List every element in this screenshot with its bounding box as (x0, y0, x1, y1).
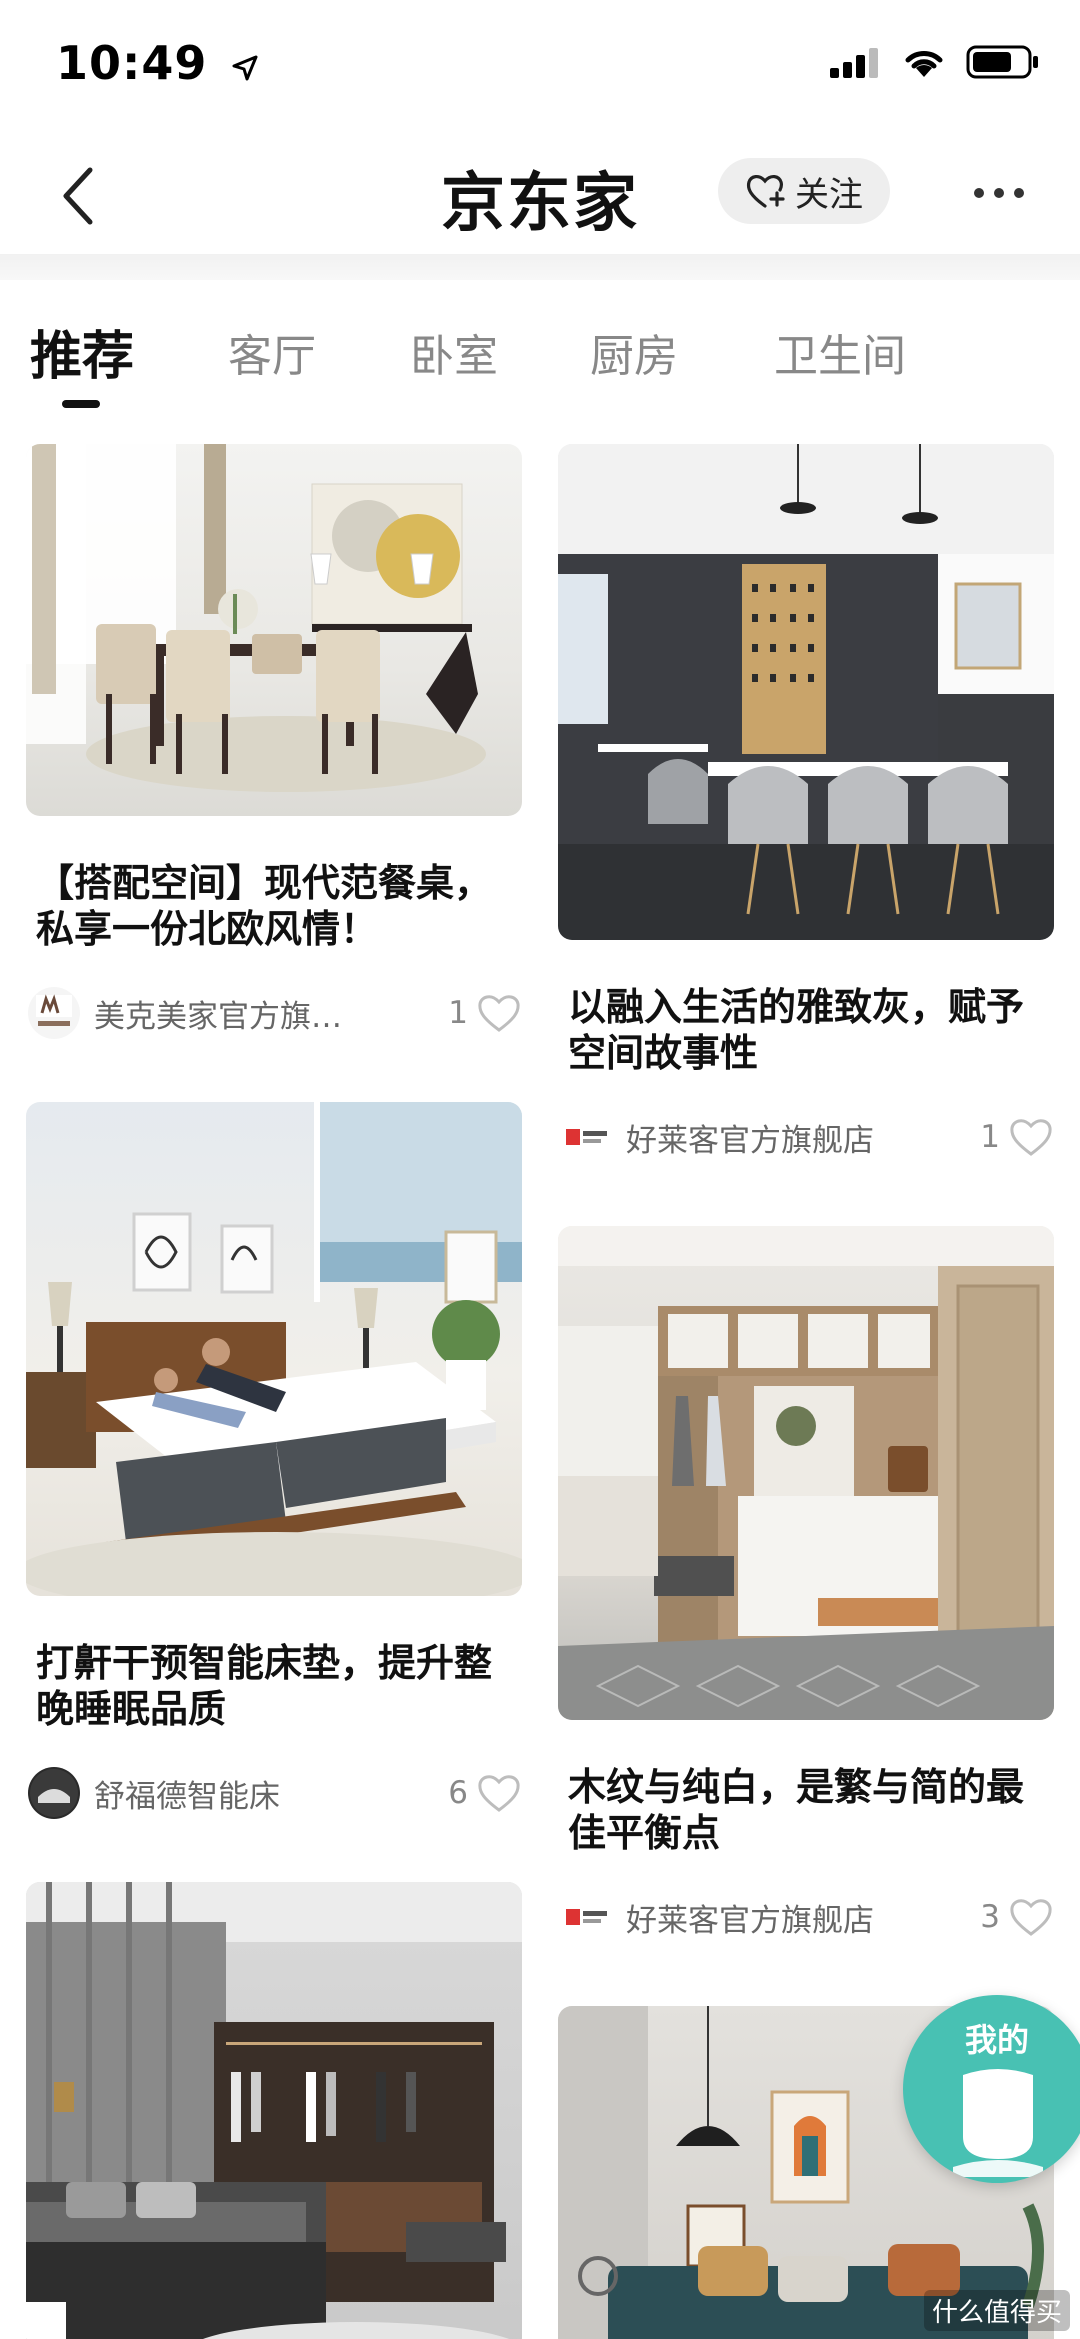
battery-icon (966, 44, 1040, 84)
feed-card[interactable] (26, 1882, 522, 2339)
location-arrow-icon (230, 40, 260, 94)
like-count: 1 (980, 1119, 1000, 1155)
more-dot-icon (994, 188, 1004, 198)
feed-card[interactable]: 打鼾干预智能床垫，提升整晚睡眠品质 舒福德智能床 6 (26, 1102, 522, 1820)
heart-icon[interactable] (476, 1770, 522, 1816)
tab-bedroom[interactable]: 卧室 (410, 320, 498, 384)
shop-avatar[interactable] (560, 1111, 612, 1163)
tab-kitchen[interactable]: 厨房 (590, 320, 678, 384)
follow-button[interactable]: 关注 (718, 158, 890, 224)
card-title: 打鼾干预智能床垫，提升整晚睡眠品质 (36, 1641, 493, 1731)
shop-avatar[interactable] (28, 1767, 80, 1819)
shop-name[interactable]: 好莱客官方旗舰店 (626, 1115, 980, 1160)
status-bar: 10:49 (0, 0, 1080, 130)
shop-logo-icon (36, 994, 72, 1026)
card-image[interactable] (26, 1882, 522, 2339)
shop-logo-icon (566, 1129, 607, 1145)
watermark: 什么值得买 (923, 2290, 1070, 2331)
wardrobe-bedroom-image (26, 1882, 522, 2339)
card-image[interactable] (558, 444, 1054, 940)
page-title: 京东家 (441, 167, 639, 241)
tab-recommend[interactable]: 推荐 (30, 314, 134, 389)
more-button[interactable] (944, 158, 1054, 228)
like-count: 6 (448, 1775, 468, 1811)
shop-name[interactable]: 美克美家官方旗… (94, 991, 448, 1036)
more-dot-icon (1014, 188, 1024, 198)
fab-label: 我的 (964, 2021, 1029, 2059)
header-divider (0, 254, 1080, 280)
dining-room-image (26, 444, 486, 792)
card-title: 【搭配空间】现代范餐桌，私享一份北欧风情！ (36, 861, 493, 951)
wifi-icon (902, 45, 946, 83)
tab-bathroom[interactable]: 卫生间 (774, 320, 906, 384)
my-profile-fab[interactable]: 我的 (903, 1995, 1080, 2183)
card-image[interactable] (26, 444, 522, 816)
status-time: 10:49 (56, 36, 260, 94)
follow-label: 关注 (795, 174, 863, 215)
active-tab-indicator (62, 400, 100, 408)
heart-icon[interactable] (1008, 1114, 1054, 1160)
more-dot-icon (974, 188, 984, 198)
status-icons (830, 44, 1040, 84)
nav-bar: 京东家 关注 (0, 130, 1080, 260)
profile-icon (953, 2069, 1043, 2177)
card-meta: 好莱客官方旗舰店 1 (558, 1110, 1054, 1164)
shop-logo-icon (30, 1769, 78, 1817)
shop-logo-icon (566, 1909, 607, 1925)
card-image[interactable] (558, 1226, 1054, 1720)
time-text: 10:49 (56, 36, 208, 90)
card-meta: 美克美家官方旗… 1 (26, 986, 522, 1040)
feed-card[interactable]: 【搭配空间】现代范餐桌，私享一份北欧风情！ 美克美家官方旗… 1 (26, 444, 522, 1040)
category-tabs: 推荐 客厅 卧室 厨房 卫生间 (0, 300, 1080, 420)
heart-icon[interactable] (1008, 1894, 1054, 1940)
heart-plus-icon (746, 175, 785, 208)
shop-name[interactable]: 好莱客官方旗舰店 (626, 1895, 980, 1940)
tab-living-room[interactable]: 客厅 (228, 320, 316, 384)
like-count: 3 (980, 1899, 1000, 1935)
like-count: 1 (448, 995, 468, 1031)
shop-name[interactable]: 舒福德智能床 (94, 1771, 448, 1816)
kitchen-image (558, 444, 1054, 940)
shop-avatar[interactable] (560, 1891, 612, 1943)
entryway-image (558, 1226, 1054, 1720)
card-meta: 好莱客官方旗舰店 3 (558, 1890, 1054, 1944)
heart-icon[interactable] (476, 990, 522, 1036)
feed-card[interactable]: 木纹与纯白，是繁与简的最佳平衡点 好莱客官方旗舰店 3 (558, 1226, 1054, 1944)
card-title: 木纹与纯白，是繁与简的最佳平衡点 (568, 1765, 1025, 1855)
shop-avatar[interactable] (28, 987, 80, 1039)
card-image[interactable] (26, 1102, 522, 1596)
feed-card[interactable]: 以融入生活的雅致灰，赋予空间故事性 好莱客官方旗舰店 1 (558, 444, 1054, 1164)
card-title: 以融入生活的雅致灰，赋予空间故事性 (568, 985, 1025, 1075)
signal-icon (830, 46, 882, 82)
card-meta: 舒福德智能床 6 (26, 1766, 522, 1820)
bedroom-image (26, 1102, 522, 1596)
